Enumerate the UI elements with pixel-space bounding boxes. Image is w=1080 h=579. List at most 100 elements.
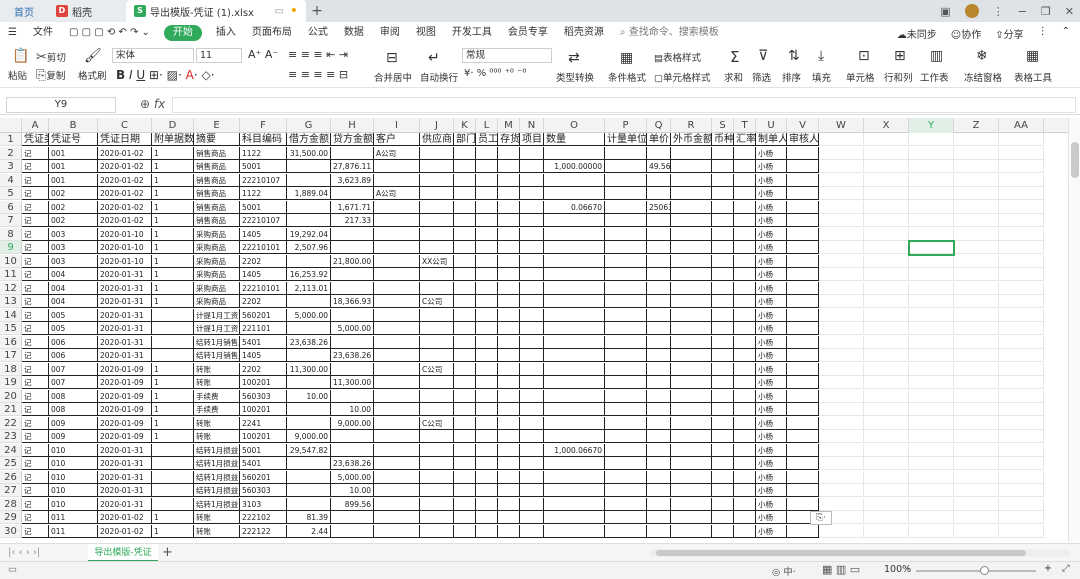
horizontal-scroll-thumb[interactable] (656, 550, 1026, 556)
table-cell[interactable] (909, 295, 954, 308)
column-header-r[interactable]: R (671, 118, 712, 133)
table-cell[interactable] (420, 187, 454, 200)
table-cell[interactable] (864, 403, 909, 416)
table-cell[interactable] (734, 457, 756, 470)
table-cell[interactable] (476, 160, 498, 173)
table-cell[interactable] (152, 335, 194, 349)
view-mode-icons[interactable]: ▦ ▥ ▭ (822, 563, 860, 576)
table-cell[interactable] (671, 160, 712, 173)
menu-data[interactable]: 数据 (336, 22, 372, 44)
table-cell[interactable] (864, 335, 909, 349)
table-cell[interactable]: 011 (49, 524, 98, 538)
table-cell[interactable] (671, 254, 712, 268)
table-cell[interactable] (498, 349, 520, 362)
table-cell[interactable]: 2202 (240, 362, 287, 376)
table-cell[interactable] (152, 497, 194, 511)
collapse-icon[interactable]: ⌃ (1062, 26, 1070, 41)
table-cell[interactable] (819, 376, 864, 389)
table-cell[interactable] (476, 322, 498, 335)
table-cell[interactable] (647, 214, 671, 227)
table-cell[interactable]: 10.00 (287, 389, 331, 403)
table-cell[interactable] (420, 241, 454, 254)
table-cell[interactable] (734, 200, 756, 214)
table-cell[interactable] (909, 322, 954, 335)
table-cell[interactable]: 010 (49, 497, 98, 511)
table-cell[interactable] (999, 457, 1044, 470)
table-cell[interactable]: 记 (22, 430, 49, 443)
table-cell[interactable] (712, 254, 734, 268)
table-cell[interactable] (374, 389, 420, 403)
table-cell[interactable] (909, 308, 954, 322)
table-cell[interactable] (520, 362, 544, 376)
table-cell[interactable] (498, 254, 520, 268)
table-cell[interactable] (374, 349, 420, 362)
table-cell[interactable]: 记 (22, 308, 49, 322)
table-cell[interactable] (671, 308, 712, 322)
table-cell[interactable]: 记 (22, 349, 49, 362)
header-cell[interactable]: 凭证类别 (22, 133, 49, 146)
table-cell[interactable] (476, 524, 498, 538)
table-cell[interactable] (787, 470, 819, 484)
table-cell[interactable]: 006 (49, 349, 98, 362)
table-cell[interactable]: 2020-01-31 (98, 322, 152, 335)
table-cell[interactable] (671, 430, 712, 443)
freeze-button[interactable]: 冻结窗格 (964, 70, 1002, 84)
table-cell[interactable] (520, 349, 544, 362)
tab-pin-icon[interactable]: ▭ (275, 6, 284, 17)
table-cell[interactable] (787, 524, 819, 538)
table-cell[interactable] (734, 241, 756, 254)
column-header-i[interactable]: I (374, 118, 420, 133)
table-cell[interactable]: 小杨 (756, 511, 787, 524)
table-cell[interactable] (734, 187, 756, 200)
filter-button[interactable]: 筛选 (752, 70, 771, 84)
table-cell[interactable] (999, 281, 1044, 295)
table-cell[interactable] (647, 443, 671, 457)
table-cell[interactable]: 记 (22, 295, 49, 308)
table-cell[interactable]: 小杨 (756, 457, 787, 470)
table-cell[interactable]: 2020-01-10 (98, 254, 152, 268)
table-cell[interactable] (787, 187, 819, 200)
table-cell[interactable]: 31,500.00 (287, 146, 331, 160)
table-cell[interactable]: 011 (49, 511, 98, 524)
table-cell[interactable]: 小杨 (756, 295, 787, 308)
table-cell[interactable]: 19,292.04 (287, 227, 331, 241)
table-cell[interactable]: 1 (152, 430, 194, 443)
table-cell[interactable]: 5001 (240, 443, 287, 457)
table-cell[interactable]: 记 (22, 241, 49, 254)
table-cell[interactable] (787, 268, 819, 281)
row-header[interactable]: 27 (0, 484, 22, 497)
table-cell[interactable] (671, 416, 712, 430)
table-cell[interactable]: 记 (22, 497, 49, 511)
table-cell[interactable] (374, 227, 420, 241)
table-cell[interactable] (476, 187, 498, 200)
table-cell[interactable]: 0.06670 (544, 200, 605, 214)
table-cell[interactable]: 记 (22, 322, 49, 335)
table-cell[interactable]: 1 (152, 160, 194, 173)
table-cell[interactable]: 记 (22, 403, 49, 416)
table-cell[interactable] (374, 497, 420, 511)
table-cell[interactable]: 007 (49, 376, 98, 389)
table-cell[interactable] (712, 214, 734, 227)
table-cell[interactable]: 001 (49, 146, 98, 160)
table-cell[interactable] (671, 268, 712, 281)
table-cell[interactable]: 采购商品 (194, 268, 240, 281)
sync-button[interactable]: ☁未同步 (897, 26, 937, 41)
table-cell[interactable] (734, 227, 756, 241)
table-cell[interactable] (476, 511, 498, 524)
table-cell[interactable]: 1 (152, 511, 194, 524)
table-cell[interactable] (819, 443, 864, 457)
table-cell[interactable] (671, 335, 712, 349)
table-cell[interactable] (454, 200, 476, 214)
table-cell[interactable]: 560303 (240, 484, 287, 497)
row-header[interactable]: 7 (0, 214, 22, 227)
table-cell[interactable]: 2020-01-31 (98, 349, 152, 362)
table-cell[interactable] (520, 241, 544, 254)
table-cell[interactable] (819, 430, 864, 443)
menu-formula[interactable]: 公式 (300, 22, 336, 44)
table-cell[interactable] (520, 470, 544, 484)
table-cell[interactable] (819, 362, 864, 376)
table-cell[interactable] (787, 403, 819, 416)
table-cell[interactable] (544, 349, 605, 362)
table-cell[interactable] (454, 295, 476, 308)
column-header-q[interactable]: Q (647, 118, 671, 133)
